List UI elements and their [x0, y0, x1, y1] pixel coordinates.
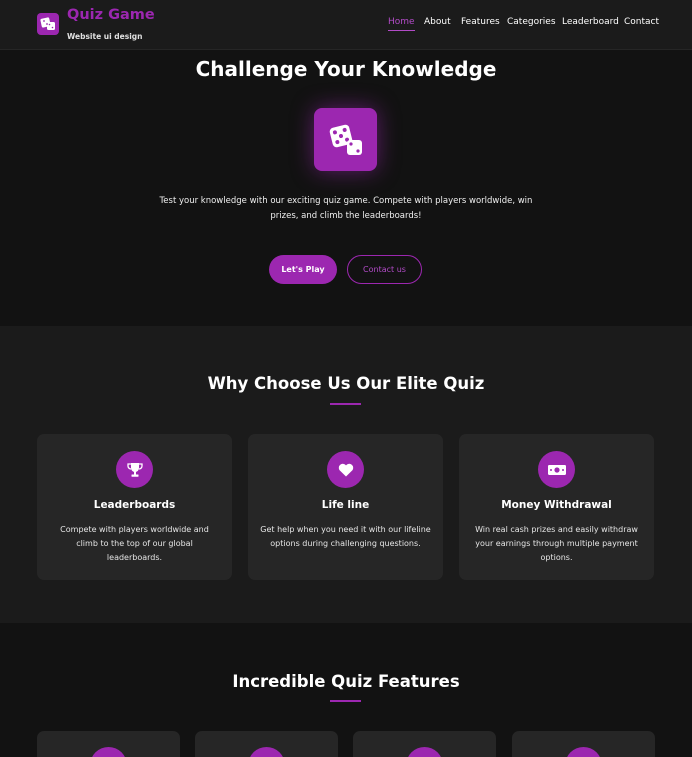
- brand-title[interactable]: Quiz Game: [67, 7, 155, 23]
- why-choose-section: Why Choose Us Our Elite Quiz Leaderboard…: [0, 326, 692, 623]
- brand-subtitle: Website ui design: [67, 32, 143, 41]
- lets-play-button[interactable]: Let's Play: [269, 255, 337, 284]
- heart-icon: [327, 451, 364, 488]
- quiz-feature-card: [353, 731, 496, 757]
- feature-icon: [248, 747, 285, 757]
- card-description: Compete with players worldwide and climb…: [60, 525, 209, 562]
- feature-icon: [406, 747, 443, 757]
- feature-card-leaderboards: Leaderboards Compete with players worldw…: [37, 434, 232, 580]
- quiz-feature-card: [512, 731, 655, 757]
- feature-card-lifeline: Life line Get help when you need it with…: [248, 434, 443, 580]
- nav-about[interactable]: About: [424, 17, 451, 27]
- nav-contact[interactable]: Contact: [624, 17, 659, 27]
- trophy-icon: [116, 451, 153, 488]
- features-section-title: Incredible Quiz Features: [232, 672, 460, 691]
- nav-active-underline: [388, 30, 415, 31]
- nav-categories[interactable]: Categories: [507, 17, 556, 27]
- nav-features[interactable]: Features: [461, 17, 500, 27]
- dice-icon: [314, 108, 377, 171]
- money-icon: [538, 451, 575, 488]
- contact-us-button[interactable]: Contact us: [347, 255, 422, 284]
- nav-home-label: Home: [388, 17, 415, 27]
- title-underline: [330, 403, 361, 405]
- nav-home[interactable]: Home: [388, 17, 415, 31]
- title-underline: [330, 700, 361, 702]
- hero-description: Test your knowledge with our exciting qu…: [159, 196, 533, 221]
- card-description: Win real cash prizes and easily withdraw…: [475, 525, 638, 562]
- quiz-feature-card: [37, 731, 180, 757]
- feature-card-money-withdrawal: Money Withdrawal Win real cash prizes an…: [459, 434, 654, 580]
- feature-icon: [90, 747, 127, 757]
- nav-leaderboard[interactable]: Leaderboard: [562, 17, 619, 27]
- dice-icon[interactable]: [37, 13, 59, 35]
- why-section-title: Why Choose Us Our Elite Quiz: [207, 374, 485, 393]
- card-title: Money Withdrawal: [501, 499, 612, 511]
- quiz-feature-card: [195, 731, 338, 757]
- card-description: Get help when you need it with our lifel…: [260, 525, 431, 548]
- feature-icon: [565, 747, 602, 757]
- hero-section: Challenge Your Knowledge Test your knowl…: [0, 51, 692, 326]
- navbar: Quiz Game Website ui design Home About F…: [0, 0, 692, 50]
- quiz-features-section: Incredible Quiz Features: [0, 623, 692, 757]
- card-title: Leaderboards: [93, 499, 176, 511]
- hero-title: Challenge Your Knowledge: [195, 57, 497, 81]
- card-title: Life line: [321, 499, 370, 511]
